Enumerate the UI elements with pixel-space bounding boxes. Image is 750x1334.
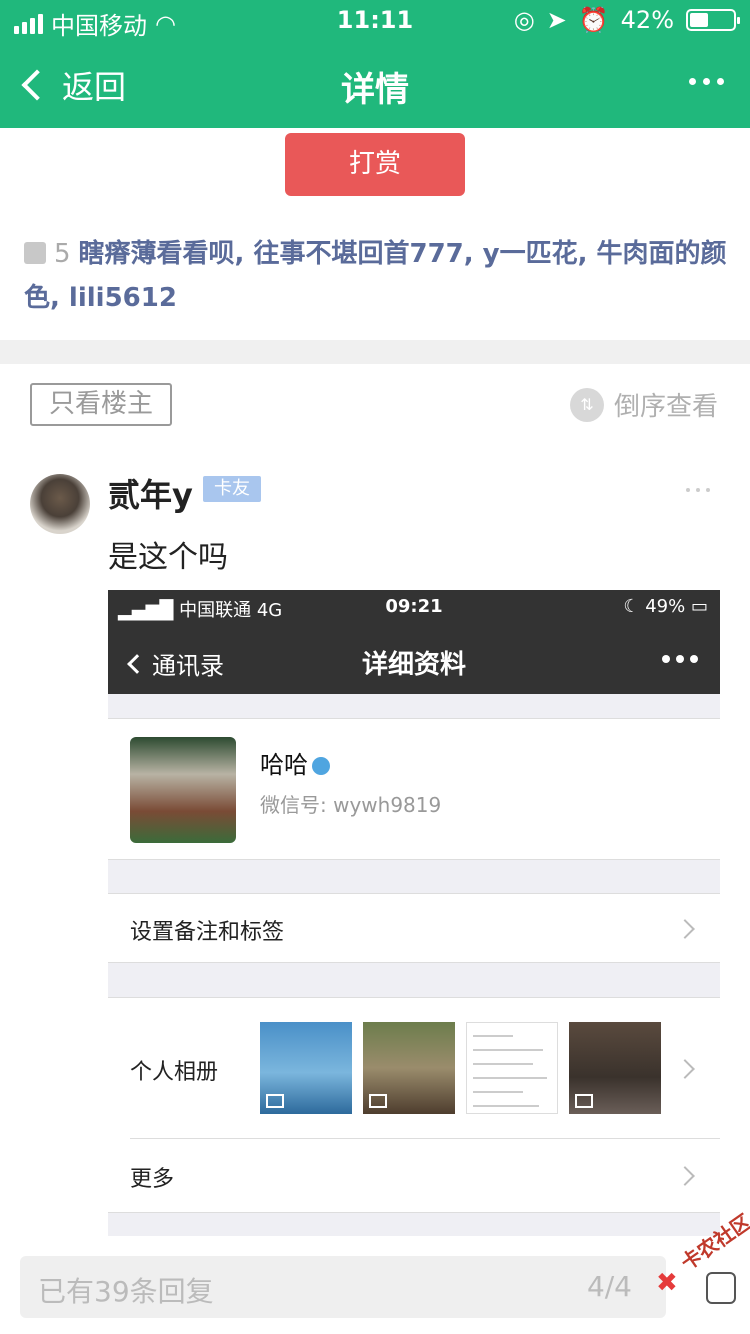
reward-button[interactable]: 打赏 [285,133,465,196]
likes-section: 5 瞎瘠薄看看呗, 往事不堪回首777, y一匹花, 牛肉面的颜色, lili56… [24,232,730,320]
album-thumbnail [363,1022,455,1114]
reply-input-bar[interactable]: 已有39条回复 4/4 [20,1256,666,1318]
status-bar: 中国移动 ◠ 11:11 ◎ ➤ ⏰ 42% [0,0,750,40]
lock-rotation-icon: ◎ [513,6,535,34]
only-op-button[interactable]: 只看楼主 [30,383,172,426]
post-more-button[interactable] [686,488,710,492]
post-text: 是这个吗 [108,540,228,575]
alarm-icon: ⏰ [578,6,609,34]
embedded-nav-bar: 通讯录 详细资料 [108,624,720,694]
embedded-album-row: 个人相册 [108,998,720,1138]
person-icon [312,757,330,775]
post-image[interactable]: ▂▄▆█ 中国联通 4G 09:21 ☾ 49% ▭ 通讯录 详细资料 哈哈 微… [108,590,720,1236]
embedded-album-label: 个人相册 [130,1060,219,1085]
more-dot-icon [662,655,670,663]
profile-name-text: 哈哈 [260,751,308,779]
album-thumbnail [569,1022,661,1114]
embedded-battery-percent: 49% [645,596,686,617]
embedded-more-label: 更多 [130,1167,175,1192]
hand-icon [706,1272,736,1304]
status-right: ◎ ➤ ⏰ 42% [513,6,740,34]
embedded-album-card: 个人相册 更多 [108,997,720,1213]
likes-names[interactable]: 瞎瘠薄看看呗, 往事不堪回首777, y一匹花, 牛肉面的颜色, lili561… [24,239,727,313]
chevron-right-icon [675,919,695,939]
location-icon: ➤ [546,6,567,34]
reverse-order-button[interactable]: ⇅ 倒序查看 [569,386,718,423]
section-divider [0,340,750,364]
thumb-up-icon[interactable] [24,242,46,264]
chevron-right-icon [675,1166,695,1186]
likes-count: 5 [54,239,71,269]
more-dot-icon [703,78,710,85]
nav-bar: 返回 详情 [0,40,750,128]
album-thumbnail [260,1022,352,1114]
more-dot-icon [696,488,700,492]
page-title: 详情 [341,70,409,110]
battery-percent: 42% [620,6,674,34]
avatar[interactable] [30,474,90,534]
embedded-remark-label: 设置备注和标签 [130,920,285,945]
embedded-title: 详细资料 [361,650,466,680]
more-menu-button[interactable] [689,78,724,85]
post-username[interactable]: 贰年y [108,470,193,516]
more-dot-icon [689,78,696,85]
embedded-more-row: 更多 [130,1138,720,1212]
more-dot-icon [717,78,724,85]
watermark-logo: ✖ 卡农社区 [656,1209,750,1308]
more-dot-icon [676,655,684,663]
embedded-wechat-id: 微信号: wywh9819 [260,793,442,817]
more-dot-icon [706,488,710,492]
album-thumbnail [466,1022,558,1114]
video-icon [575,1094,593,1108]
moon-icon: ☾ [623,596,640,617]
embedded-status-bar: ▂▄▆█ 中国联通 4G 09:21 ☾ 49% ▭ [108,590,720,624]
video-icon [266,1094,284,1108]
logo-mark-icon: ✖ [656,1268,678,1298]
page-indicator[interactable]: 4/4 [587,1270,632,1303]
embedded-profile-card: 哈哈 微信号: wywh9819 [108,718,720,860]
embedded-remark-row: 设置备注和标签 [108,893,720,963]
sort-icon: ⇅ [569,387,604,422]
user-badge: 卡友 [203,476,261,502]
embedded-profile-name: 哈哈 [260,745,330,780]
embedded-status-right: ☾ 49% ▭ [623,596,708,617]
profile-photo [130,737,236,843]
battery-icon [686,9,740,31]
more-dot-icon [690,655,698,663]
embedded-more [662,655,698,663]
video-icon [369,1094,387,1108]
reply-placeholder: 已有39条回复 [38,1275,214,1308]
reverse-label: 倒序查看 [613,392,718,422]
chevron-right-icon [675,1059,695,1079]
more-dot-icon [686,488,690,492]
battery-icon: ▭ [690,596,708,617]
